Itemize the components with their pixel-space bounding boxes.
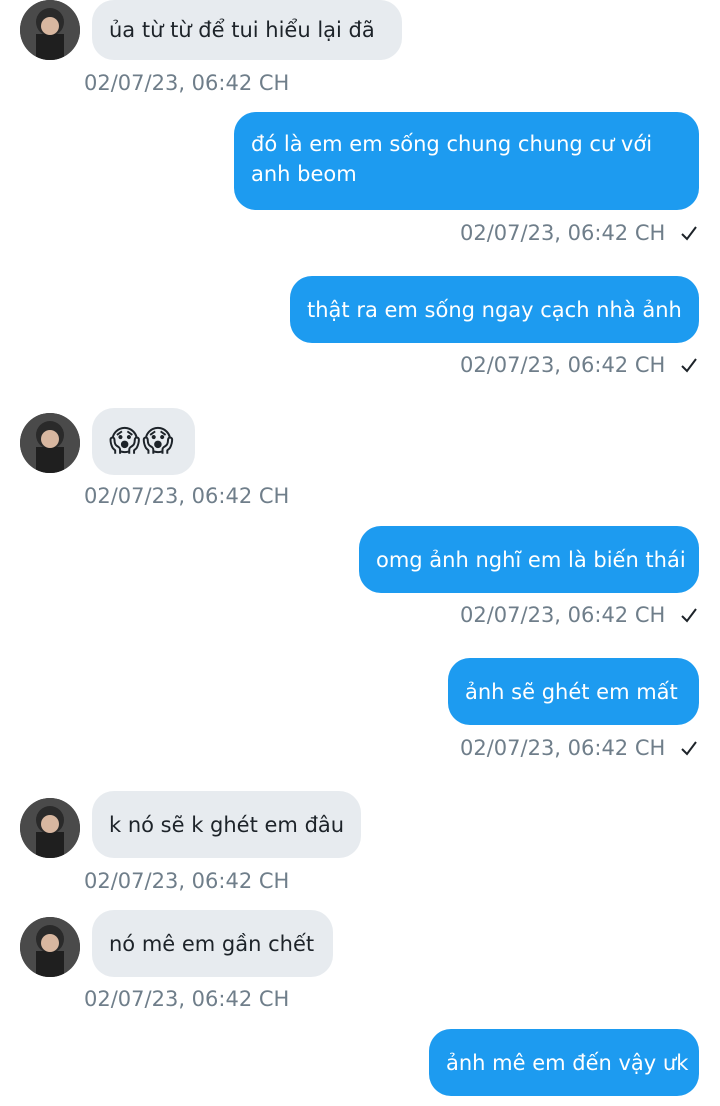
message-text: nó mê em gần chết — [109, 931, 315, 956]
message-bubble[interactable]: ủa từ từ để tui hiểu lại đã — [92, 0, 402, 60]
message-text: omg ảnh nghĩ em là biến thái — [376, 547, 686, 572]
checkmark-icon — [680, 221, 698, 247]
message-timestamp: 02/07/23, 06:42 CH — [460, 220, 698, 247]
message-text: k nó sẽ k ghét em đâu — [109, 812, 345, 837]
checkmark-icon — [680, 353, 698, 379]
message-bubble[interactable]: ảnh mê em đến vậy ưk — [429, 1029, 699, 1096]
user-avatar-icon[interactable] — [20, 917, 80, 977]
checkmark-icon — [680, 603, 698, 629]
message-timestamp: 02/07/23, 06:42 CH — [84, 869, 290, 893]
message-bubble[interactable]: thật ra em sống ngay cạch nhà ảnh — [290, 276, 699, 343]
message-text: ủa từ từ để tui hiểu lại đã — [109, 18, 375, 42]
message-timestamp: 02/07/23, 06:42 CH — [460, 735, 698, 762]
message-timestamp: 02/07/23, 06:42 CH — [460, 352, 698, 379]
message-text: 😱😱 — [109, 423, 176, 459]
message-text: ảnh mê em đến vậy ưk — [446, 1050, 689, 1075]
message-text: ảnh sẽ ghét em mất — [465, 679, 678, 704]
message-timestamp: 02/07/23, 06:42 CH — [84, 484, 290, 508]
message-bubble[interactable]: omg ảnh nghĩ em là biến thái — [359, 526, 699, 593]
message-bubble[interactable]: 😱😱 — [92, 408, 195, 475]
message-bubble[interactable]: nó mê em gần chết — [92, 910, 333, 977]
user-avatar-icon[interactable] — [20, 798, 80, 858]
message-timestamp: 02/07/23, 06:42 CH — [84, 987, 290, 1011]
message-bubble[interactable]: k nó sẽ k ghét em đâu — [92, 791, 361, 858]
message-bubble[interactable]: ảnh sẽ ghét em mất — [448, 658, 699, 725]
message-text: thật ra em sống ngay cạch nhà ảnh — [307, 297, 682, 322]
message-text: đó là em em sống chung chung cư với anh … — [251, 132, 653, 186]
user-avatar-icon[interactable] — [20, 413, 80, 473]
checkmark-icon — [680, 736, 698, 762]
user-avatar-icon[interactable] — [20, 0, 80, 60]
message-timestamp: 02/07/23, 06:42 CH — [84, 71, 290, 95]
message-bubble[interactable]: đó là em em sống chung chung cư với anh … — [234, 112, 699, 210]
message-timestamp: 02/07/23, 06:42 CH — [460, 602, 698, 629]
